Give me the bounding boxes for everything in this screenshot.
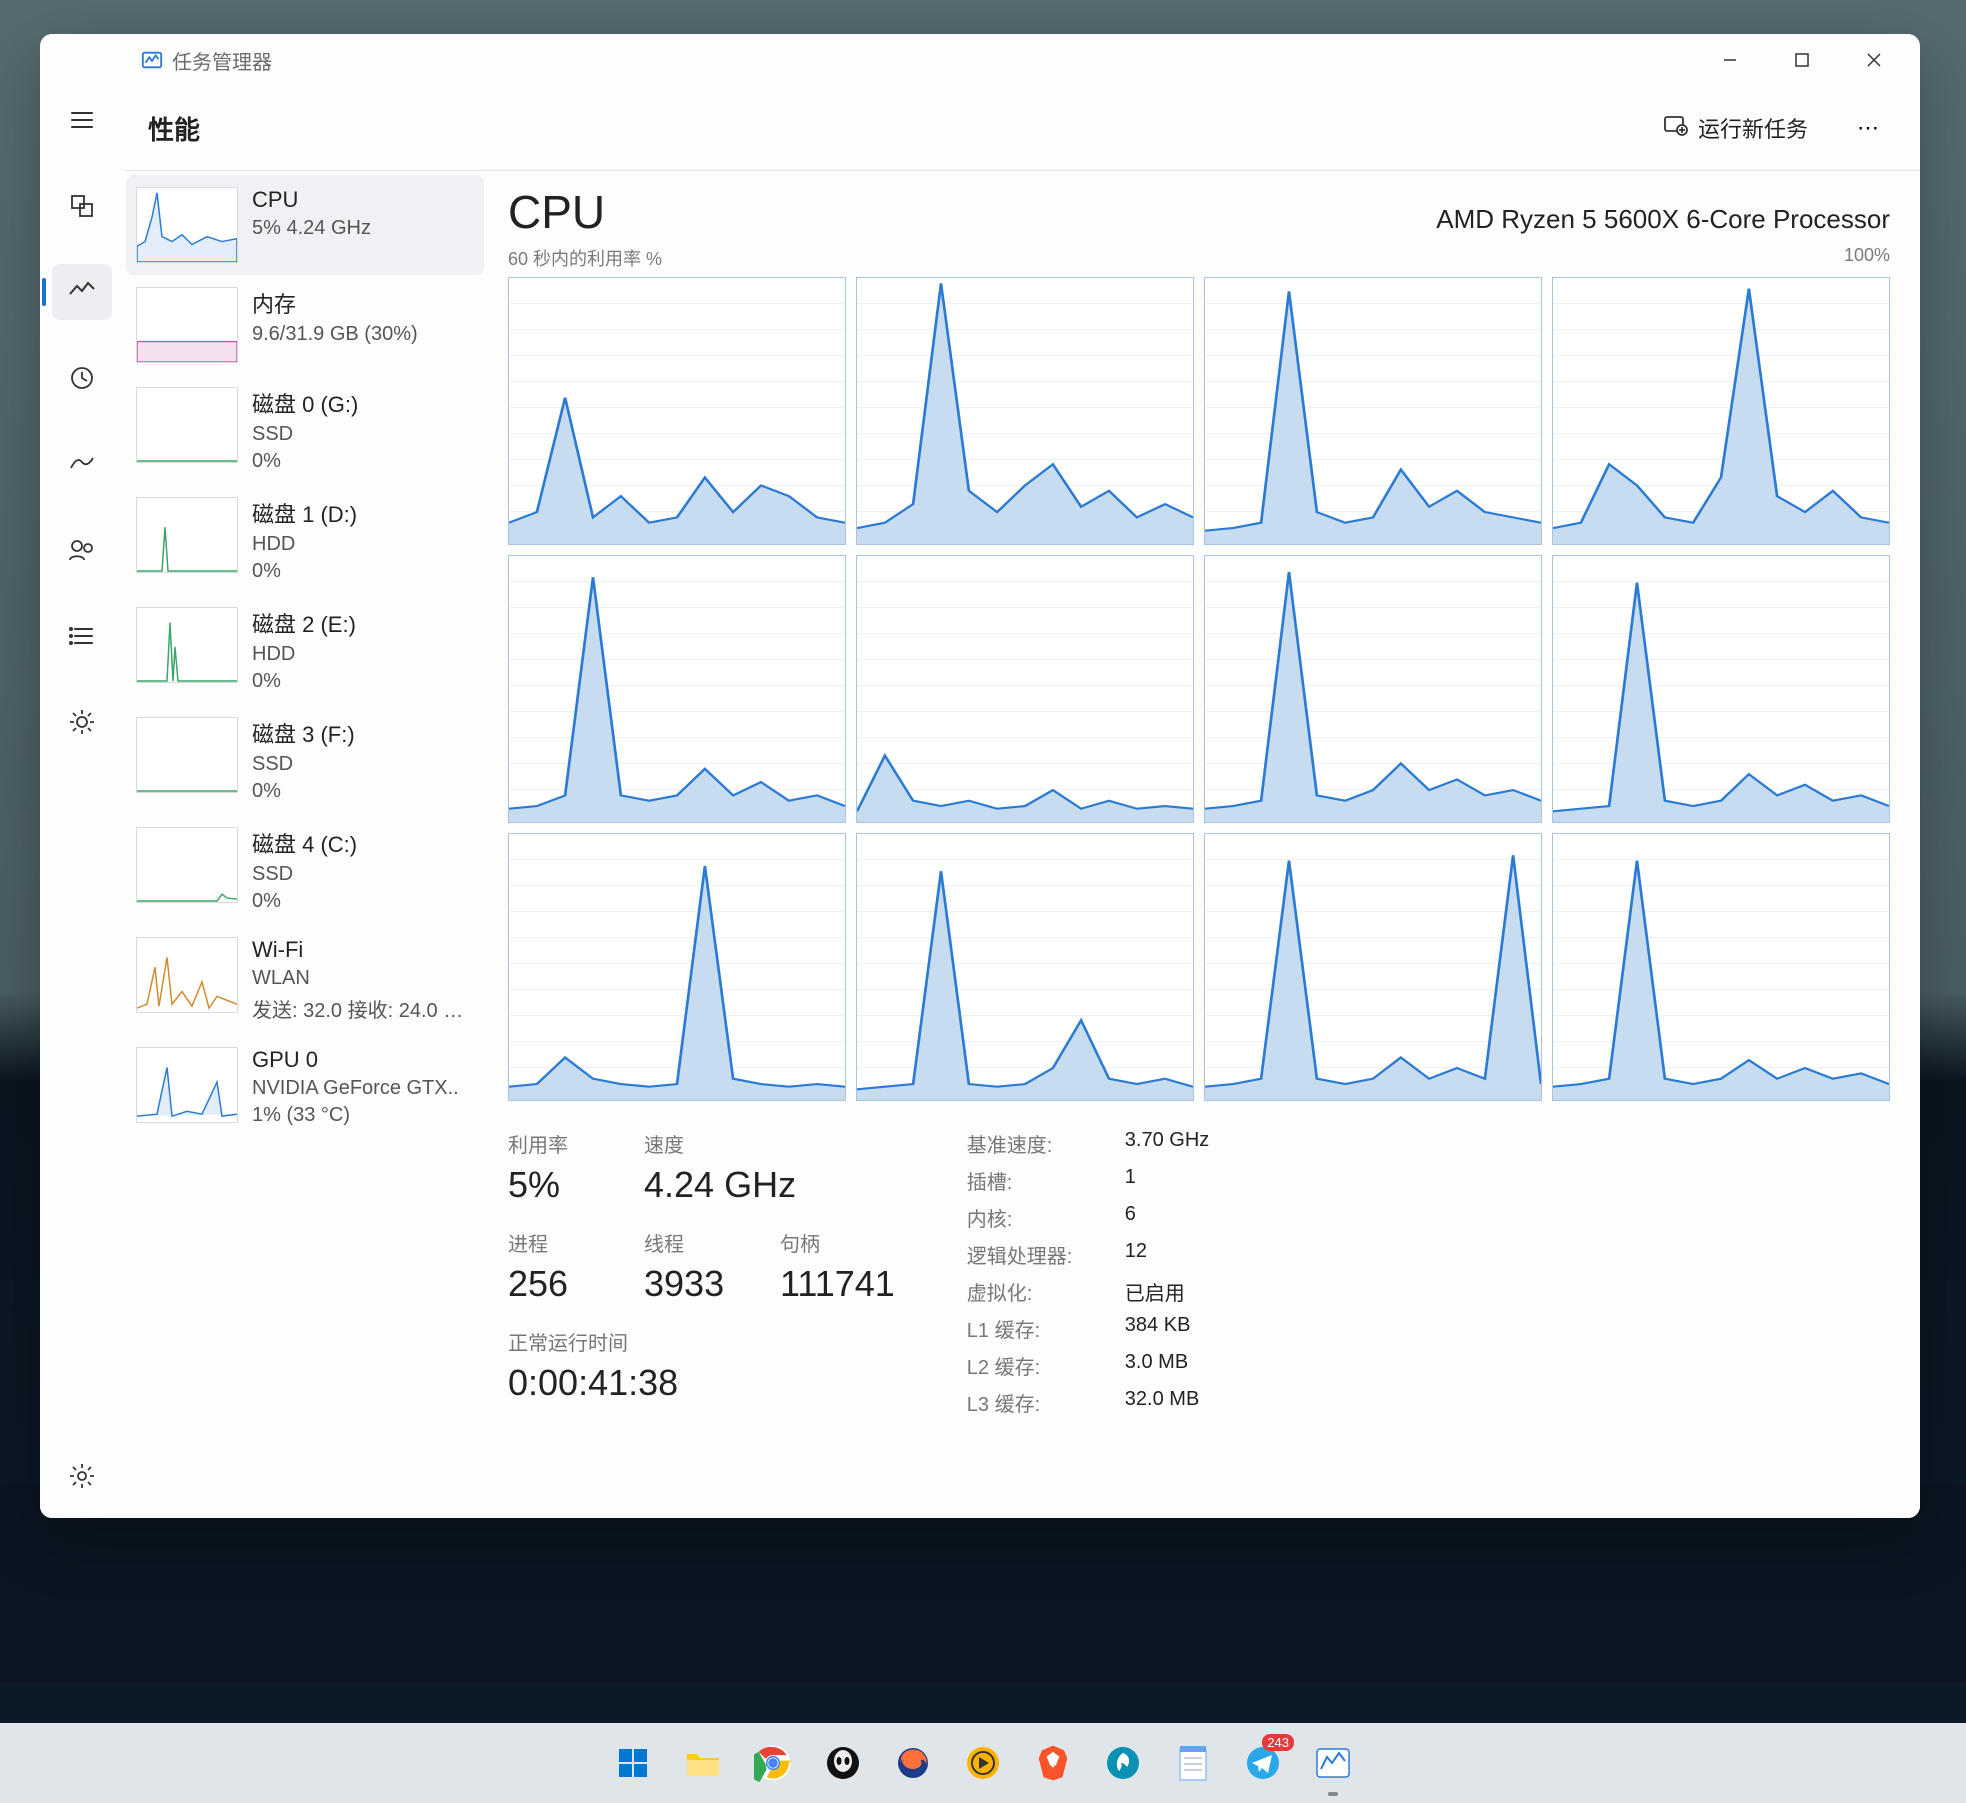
nav-performance[interactable] — [52, 264, 112, 320]
settings-button[interactable] — [52, 1448, 112, 1504]
taskbar[interactable]: 243 — [0, 1723, 1966, 1803]
thumb-graph — [136, 717, 238, 793]
stat-句柄: 句柄111741 — [780, 1228, 895, 1305]
perf-item--3-f-[interactable]: 磁盘 3 (F:)SSD0% — [126, 705, 484, 815]
content-header: 性能 运行新任务 ⋯ — [124, 86, 1920, 170]
perf-item--1-d-[interactable]: 磁盘 1 (D:)HDD0% — [126, 485, 484, 595]
minimize-button[interactable] — [1694, 34, 1766, 86]
thumb-graph — [136, 287, 238, 363]
cpu-core-chart — [508, 555, 846, 823]
cpu-core-chart — [856, 277, 1194, 545]
cpu-core-chart — [508, 833, 846, 1101]
detail-title: CPU — [508, 185, 605, 239]
uptime: 正常运行时间0:00:41:38 — [508, 1327, 895, 1404]
axis-right-label: 100% — [1844, 245, 1890, 271]
nav-users[interactable] — [52, 522, 112, 578]
stat-进程: 进程256 — [508, 1228, 608, 1305]
app-icon — [140, 48, 164, 72]
thumb-graph — [136, 827, 238, 903]
perf-item-cpu[interactable]: CPU5% 4.24 GHz — [126, 175, 484, 275]
stat-利用率: 利用率5% — [508, 1129, 608, 1206]
stat-线程: 线程3933 — [644, 1228, 744, 1305]
nav-startup[interactable] — [52, 436, 112, 492]
telegram-badge: 243 — [1262, 1734, 1294, 1751]
page-title: 性能 — [148, 110, 200, 147]
cpu-core-chart — [1204, 277, 1542, 545]
run-new-task-button[interactable]: 运行新任务 — [1650, 104, 1820, 152]
alien-icon[interactable] — [816, 1736, 870, 1790]
cpu-detail-pane: CPU AMD Ryzen 5 5600X 6-Core Processor 6… — [490, 171, 1920, 1518]
nav-details[interactable] — [52, 608, 112, 664]
thumb-graph — [136, 187, 238, 263]
hamburger-button[interactable] — [52, 92, 112, 148]
chrome-icon[interactable] — [746, 1736, 800, 1790]
task-manager-icon[interactable] — [1306, 1736, 1360, 1790]
explorer-icon[interactable] — [676, 1736, 730, 1790]
perf-item--0-g-[interactable]: 磁盘 0 (G:)SSD0% — [126, 375, 484, 485]
perf-item-gpu-0[interactable]: GPU 0NVIDIA GeForce GTX..1% (33 °C) — [126, 1035, 484, 1139]
firefox-icon[interactable] — [886, 1736, 940, 1790]
app-title: 任务管理器 — [172, 46, 272, 75]
nav-rail — [40, 86, 124, 1518]
maximize-button[interactable] — [1766, 34, 1838, 86]
cpu-core-chart — [1552, 277, 1890, 545]
telegram-icon[interactable]: 243 — [1236, 1736, 1290, 1790]
thumb-graph — [136, 937, 238, 1013]
phoenix-icon[interactable] — [1096, 1736, 1150, 1790]
perf-item--4-c-[interactable]: 磁盘 4 (C:)SSD0% — [126, 815, 484, 925]
cpu-core-chart — [508, 277, 846, 545]
cpu-core-chart — [1204, 555, 1542, 823]
cpu-core-chart — [1552, 833, 1890, 1101]
perf-item--[interactable]: 内存9.6/31.9 GB (30%) — [126, 275, 484, 375]
cpu-core-chart — [856, 555, 1194, 823]
thumb-graph — [136, 607, 238, 683]
thumb-graph — [136, 1047, 238, 1123]
perf-item-wi-fi[interactable]: Wi-FiWLAN发送: 32.0 接收: 24.0 Kbps — [126, 925, 484, 1035]
cpu-core-chart — [856, 833, 1194, 1101]
notepad-icon[interactable] — [1166, 1736, 1220, 1790]
task-manager-window: 任务管理器 性能 运行新任务 — [40, 34, 1920, 1518]
more-button[interactable]: ⋯ — [1844, 104, 1892, 152]
axis-left-label: 60 秒内的利用率 % — [508, 245, 662, 271]
stat-速度: 速度4.24 GHz — [644, 1129, 796, 1206]
start-button[interactable] — [606, 1736, 660, 1790]
nav-processes[interactable] — [52, 178, 112, 234]
nav-history[interactable] — [52, 350, 112, 406]
cpu-core-grid[interactable] — [508, 277, 1890, 1101]
perf-item--2-e-[interactable]: 磁盘 2 (E:)HDD0% — [126, 595, 484, 705]
thumb-graph — [136, 497, 238, 573]
run-task-icon — [1662, 112, 1688, 144]
thumb-graph — [136, 387, 238, 463]
titlebar[interactable]: 任务管理器 — [40, 34, 1920, 86]
close-button[interactable] — [1838, 34, 1910, 86]
cpu-core-chart — [1204, 833, 1542, 1101]
aimp-icon[interactable] — [956, 1736, 1010, 1790]
cpu-core-chart — [1552, 555, 1890, 823]
nav-services[interactable] — [52, 694, 112, 750]
brave-icon[interactable] — [1026, 1736, 1080, 1790]
cpu-model: AMD Ryzen 5 5600X 6-Core Processor — [1436, 204, 1890, 235]
performance-sidebar: CPU5% 4.24 GHz内存9.6/31.9 GB (30%)磁盘 0 (G… — [124, 171, 490, 1518]
